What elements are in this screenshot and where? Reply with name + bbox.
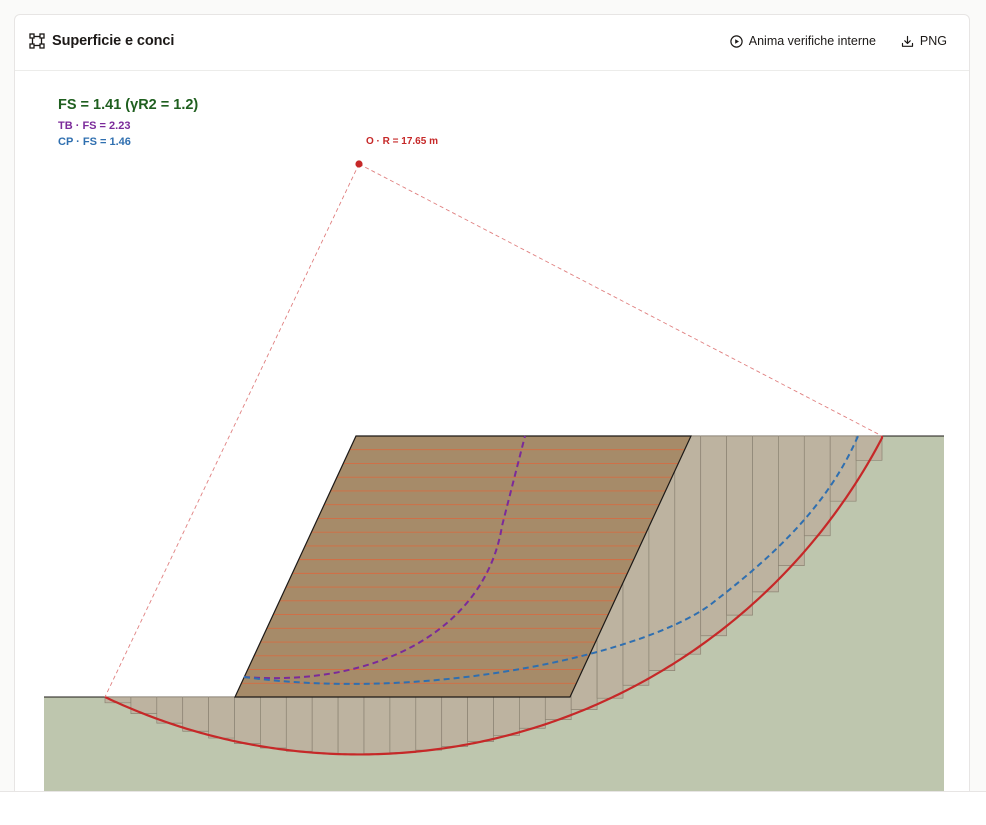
panel-title: Superficie e conci [52, 33, 175, 49]
slice [311, 696, 339, 754]
slice [389, 696, 417, 754]
slope-stability-drawing: FS = 1.41 (γR2 = 1.2) TB · FS = 2.23 CP … [44, 97, 944, 802]
play-circle-icon [730, 34, 743, 48]
slope-canvas-area: FS = 1.41 (γR2 = 1.2) TB · FS = 2.23 CP … [15, 71, 969, 813]
slice [855, 435, 883, 461]
slice [182, 696, 209, 732]
slice [337, 696, 365, 755]
slice [803, 435, 831, 537]
panel-title-group: Superficie e conci [29, 33, 174, 49]
slice [467, 696, 494, 742]
tb-fs-label: TB · FS = 2.23 [58, 120, 130, 132]
panel-header: Superficie e conci Anima verifiche inter… [15, 15, 969, 71]
bottom-bar [0, 791, 986, 825]
slice [700, 435, 727, 637]
slice [829, 435, 857, 502]
slice [285, 696, 313, 752]
circle-center-label: O · R = 17.65 m [366, 136, 438, 147]
animate-checks-label: Anima verifiche interne [748, 34, 876, 48]
cp-fs-label: CP · FS = 1.46 [58, 136, 131, 148]
export-png-label: PNG [919, 34, 947, 48]
animate-checks-button[interactable]: Anima verifiche interne [730, 34, 876, 48]
download-icon [901, 35, 914, 47]
circle-center-point [355, 160, 363, 168]
slice [441, 696, 468, 747]
slice [363, 696, 391, 755]
surface-slices-panel: Superficie e conci Anima verifiche inter… [14, 14, 970, 814]
radius-right [358, 163, 883, 437]
slice [260, 696, 287, 749]
slice [674, 435, 702, 655]
slice [415, 696, 443, 751]
slice [752, 435, 779, 593]
fs-main-label: FS = 1.41 (γR2 = 1.2) [58, 97, 198, 113]
export-png-button[interactable]: PNG [901, 34, 947, 48]
slice [208, 696, 235, 739]
slice [234, 696, 261, 744]
slice [778, 435, 805, 566]
slice [493, 696, 520, 736]
panel-actions: Anima verifiche interne PNG [730, 34, 947, 48]
crop-frame-icon [29, 33, 45, 49]
